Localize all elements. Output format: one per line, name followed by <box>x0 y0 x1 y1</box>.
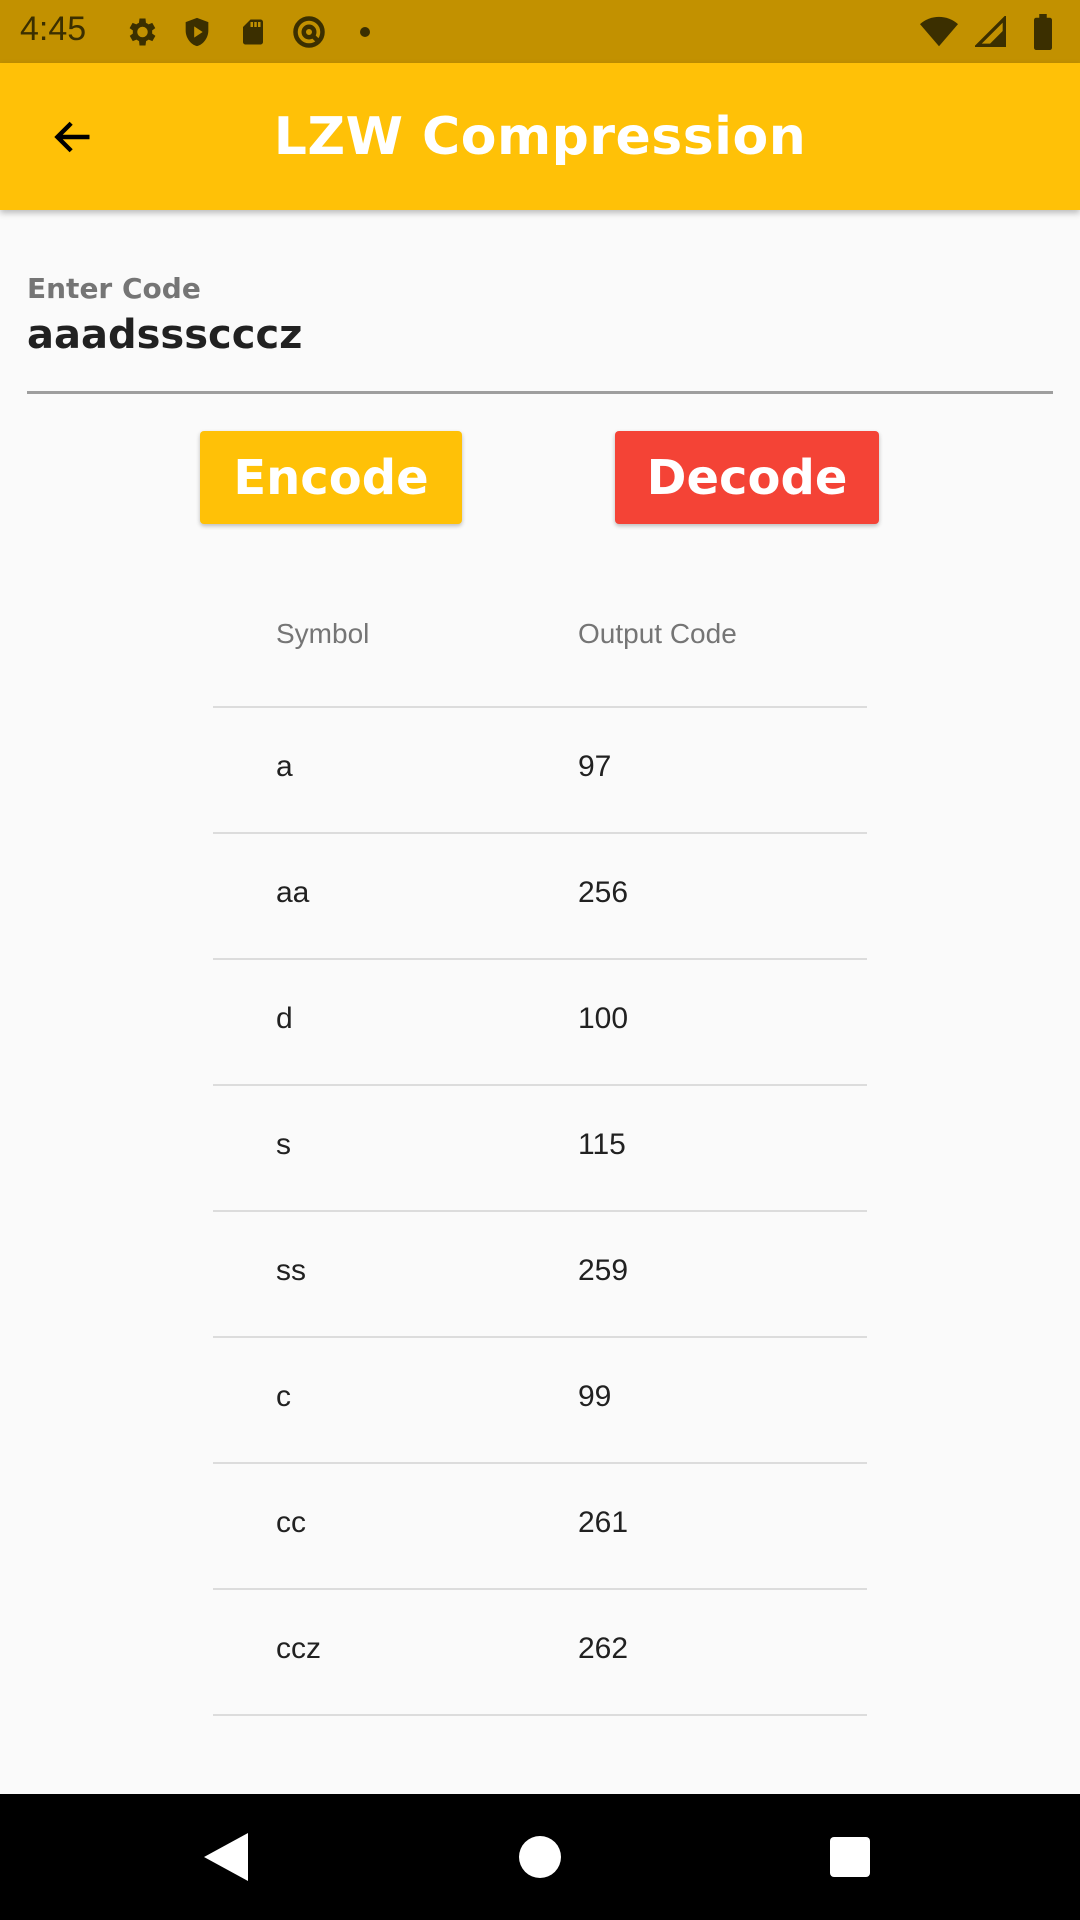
table-row: ss 259 <box>213 1212 867 1338</box>
shield-play-icon <box>178 13 216 51</box>
table-row: aa 256 <box>213 834 867 960</box>
system-nav-bar <box>0 1794 1080 1920</box>
cell-symbol: d <box>276 1002 293 1035</box>
table-row: d 100 <box>213 960 867 1086</box>
code-input-label: Enter Code <box>27 272 201 305</box>
nav-back-button[interactable] <box>196 1827 256 1887</box>
status-bar: 4:45 <box>0 0 1080 63</box>
status-icons-left <box>122 13 384 51</box>
cell-symbol: c <box>276 1380 291 1413</box>
table-header: Symbol Output Code <box>213 570 867 708</box>
table-row: cc 261 <box>213 1464 867 1590</box>
dot-icon <box>346 13 384 51</box>
cell-output-code: 262 <box>578 1632 629 1665</box>
header-output-code: Output Code <box>578 618 737 649</box>
code-input[interactable] <box>27 312 1027 358</box>
output-table: Symbol Output Code a 97 aa 256 d 100 s 1… <box>213 570 867 1716</box>
sd-card-icon <box>234 13 272 51</box>
gear-icon <box>122 13 160 51</box>
back-triangle-icon <box>204 1833 248 1881</box>
cell-output-code: 97 <box>578 750 612 783</box>
decode-button[interactable]: Decode <box>615 431 879 524</box>
cell-output-code: 99 <box>578 1380 612 1413</box>
cell-symbol: ccz <box>276 1632 321 1665</box>
encode-button[interactable]: Encode <box>200 431 462 524</box>
input-underline <box>27 391 1053 394</box>
status-icons-right <box>920 13 1062 51</box>
recents-square-icon <box>830 1837 870 1877</box>
cell-output-code: 115 <box>578 1128 626 1161</box>
signal-icon <box>972 13 1010 51</box>
cell-output-code: 261 <box>578 1506 629 1539</box>
cell-output-code: 256 <box>578 876 629 909</box>
table-row: s 115 <box>213 1086 867 1212</box>
cell-symbol: aa <box>276 876 310 909</box>
at-sign-icon <box>290 13 328 51</box>
app-title: LZW Compression <box>273 107 807 167</box>
home-circle-icon <box>519 1836 561 1878</box>
status-time: 4:45 <box>20 10 87 48</box>
cell-symbol: s <box>276 1128 291 1161</box>
table-row: ccz 262 <box>213 1590 867 1716</box>
battery-icon <box>1024 13 1062 51</box>
table-row: a 97 <box>213 708 867 834</box>
code-input-field[interactable]: Enter Code <box>27 268 1053 394</box>
cell-symbol: ss <box>276 1254 306 1287</box>
nav-home-button[interactable] <box>510 1827 570 1887</box>
wifi-icon <box>920 13 958 51</box>
nav-recents-button[interactable] <box>820 1827 880 1887</box>
cell-symbol: cc <box>276 1506 306 1539</box>
table-row: c 99 <box>213 1338 867 1464</box>
header-symbol: Symbol <box>276 618 370 649</box>
cell-symbol: a <box>276 750 293 783</box>
cell-output-code: 259 <box>578 1254 629 1287</box>
app-bar: LZW Compression <box>0 63 1080 210</box>
cell-output-code: 100 <box>578 1002 629 1035</box>
